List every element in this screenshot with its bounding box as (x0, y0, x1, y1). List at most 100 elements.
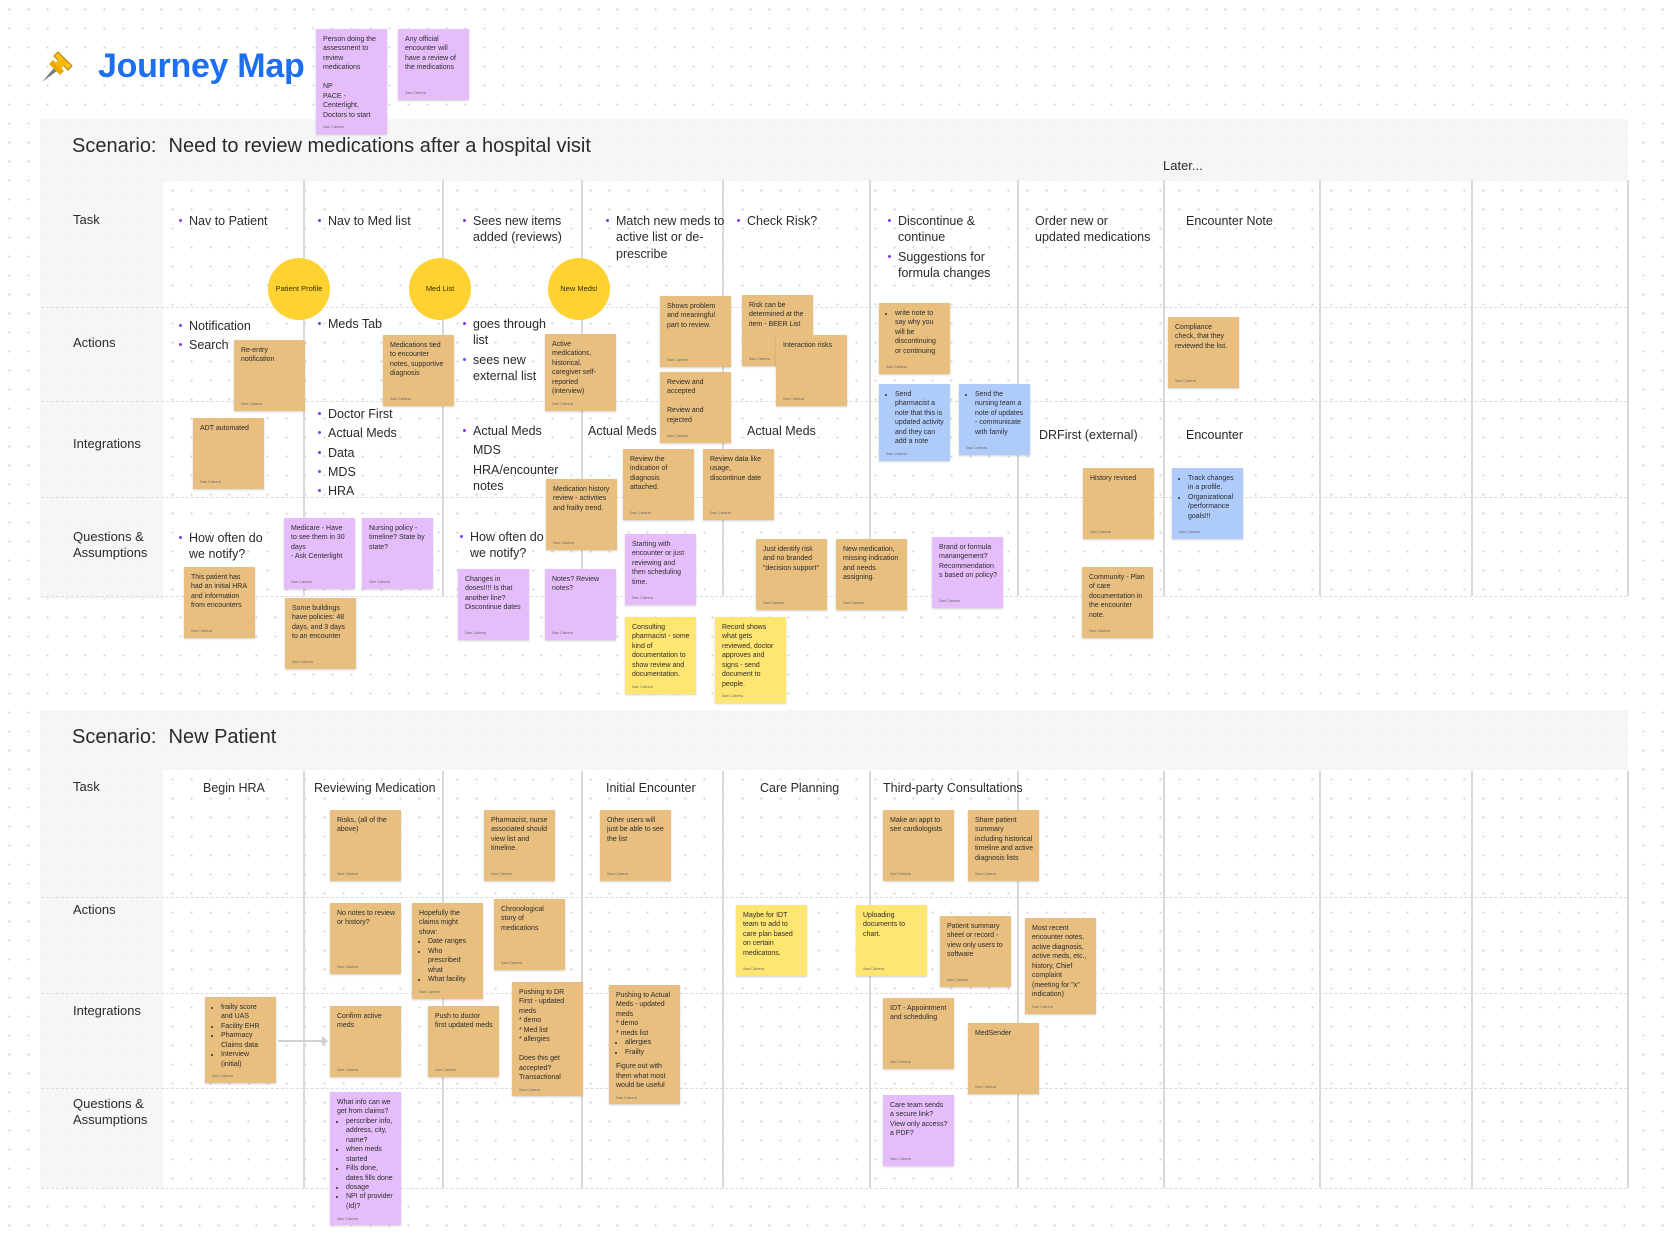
s1-sticky-note[interactable]: Send pharmacist a note that this is upda… (879, 384, 950, 461)
s2-sticky-note[interactable]: Maybe for IDT team to add to care plan b… (736, 905, 807, 976)
sticky-author: Sam Cabrera (763, 601, 784, 606)
s1-sticky-note[interactable]: Track changes in a profile.Organizationa… (1172, 468, 1243, 539)
text-line: MDS (473, 443, 501, 458)
s1-sticky-note[interactable]: Review the indication of diagnosis attac… (623, 449, 694, 520)
s2-sticky-note[interactable]: Risks, (all of the above) Sam Cabrera (330, 810, 401, 881)
s1-sticky-note[interactable]: Re-entry notification Sam Cabrera (234, 340, 305, 411)
touchpoint-circle[interactable]: New Meds! (548, 258, 610, 320)
s1-sticky-note[interactable]: Review and accepted Review and rejected S… (660, 372, 731, 443)
s1-sticky-note[interactable]: New medication, missing indication and n… (836, 539, 907, 610)
sticky-author: Sam Cabrera (722, 694, 743, 699)
s2-sticky-note[interactable]: Other users will just be able to see the… (600, 810, 671, 881)
s1-sticky-note[interactable]: Notes? Review notes? Sam Cabrera (545, 569, 616, 640)
sticky-author: Sam Cabrera (291, 580, 312, 585)
s1-sticky-note[interactable]: History revised Sam Cabrera (1083, 468, 1154, 539)
s1-sticky-note[interactable]: This patient has had an initial HRA and … (184, 567, 255, 638)
sticky-text: Nursing policy - timeline? State by stat… (369, 525, 425, 551)
sticky-list: frailty score and UASFacility EHRPharmac… (212, 1003, 270, 1069)
s2-sticky-note[interactable]: Pushing to DR First - updated meds * dem… (512, 982, 583, 1097)
s1-sticky-note[interactable]: Interaction risks Sam Cabrera (776, 335, 847, 406)
s2-sticky-note[interactable]: No notes to review or history? Sam Cabrer… (330, 903, 401, 974)
sticky-text: Shows problem and meaningful part to rev… (667, 303, 716, 329)
s1-sticky-note[interactable]: Compliance check, that they reviewed the… (1168, 317, 1239, 388)
s2-sticky-note[interactable]: Confirm active meds Sam Cabrera (330, 1006, 401, 1077)
s2-sticky-note[interactable]: MedSender Sam Cabrera (968, 1023, 1039, 1094)
s2-sticky-note[interactable]: Care team sends a secure link? View only… (883, 1095, 954, 1166)
s1-sticky-note[interactable]: Medication history review - activities a… (546, 479, 617, 550)
s1-sticky-note[interactable]: Medications tied to encounter notes, sup… (383, 335, 454, 406)
touchpoint-circle[interactable]: Patient Profile (268, 258, 330, 320)
s1-sticky-note[interactable]: Starting with encounter or just reviewin… (625, 534, 696, 605)
sticky-text: Care team sends a secure link? View only… (890, 1102, 948, 1138)
s1-sticky-note[interactable]: Brand or formula manangement? Recommenda… (932, 537, 1003, 608)
s2-sticky-note[interactable]: Chronological story of medications Sam Ca… (494, 899, 565, 970)
sticky-text: Review data like usage, discontinue date (710, 456, 761, 482)
row-label-actions: Actions (73, 335, 116, 350)
s2-sticky-note[interactable]: Pushing to Actual Meds - updated meds * … (609, 985, 680, 1105)
s1-sticky-note[interactable]: Record shows what gets reviewed, doctor … (715, 617, 786, 704)
s2-sticky-note[interactable]: Uploading documents to chart. Sam Cabrera (856, 905, 927, 976)
column-divider (1163, 771, 1165, 1188)
s2-sticky-note[interactable]: Push to doctor first updated meds Sam Cab… (428, 1006, 499, 1077)
s1-sticky-note[interactable]: Community - Plan of care documentation i… (1082, 567, 1153, 638)
s1-sticky-note[interactable]: Just identify risk and no branded "decis… (756, 539, 827, 610)
s2-sticky-note[interactable]: IDT - Appointment and scheduling Sam Cabr… (883, 998, 954, 1069)
column-divider (1471, 771, 1473, 1188)
bullet-item: Data (318, 445, 425, 461)
sticky-author: Sam Cabrera (1089, 629, 1110, 634)
bullet-list: How often do we notify? (179, 530, 275, 563)
sticky-text: Share patient summary including historic… (975, 817, 1033, 862)
sticky-author: Sam Cabrera (337, 965, 358, 970)
sticky-author: Sam Cabrera (200, 480, 221, 485)
s2-sticky-note[interactable]: Make an appt to see cardiologists Sam Cab… (883, 810, 954, 881)
sticky-list-item: Frailty (625, 1048, 674, 1057)
s1-sticky-note[interactable]: Send the nursing team a note of updates … (959, 384, 1030, 455)
sticky-author: Sam Cabrera (890, 1060, 911, 1065)
bullet-list: Doctor First Actual Meds Data MDS HRA (318, 406, 425, 499)
header-note-encounter[interactable]: Any official encounter will have a revie… (398, 29, 469, 100)
s1-sticky-note[interactable]: Shows problem and meaningful part to rev… (660, 296, 731, 367)
sticky-text: ADT automated (200, 425, 249, 432)
sticky-list: Send the nursing team a note of updates … (966, 390, 1024, 437)
s2-sticky-note[interactable]: Patient summary sheet or record - view o… (940, 916, 1011, 987)
sticky-text: Hopefully the claims might show: (419, 910, 460, 936)
sticky-text: This patient has had an initial HRA and … (191, 574, 247, 610)
s2-sticky-note[interactable]: Most recent encounter notes, active diag… (1025, 918, 1096, 1014)
sticky-text: Risks, (all of the above) (337, 817, 387, 834)
sticky-author: Sam Cabrera (191, 629, 212, 634)
sticky-author: Sam Cabrera (667, 434, 688, 439)
s1-sticky-note[interactable]: Some buildings have policies: 48 days, a… (285, 598, 356, 669)
s2-sticky-note[interactable]: What info can we get from claims?perscri… (330, 1092, 401, 1226)
s1-sticky-note[interactable]: Medicare - Have to see them in 30 days -… (284, 518, 355, 589)
s1-sticky-note[interactable]: Active medications, historical, caregive… (545, 334, 616, 411)
s2-sticky-note[interactable]: Hopefully the claims might show:Date ran… (412, 903, 483, 999)
bullet-list: How often do we notify? (460, 529, 556, 562)
s1-sticky-note[interactable]: write note to say why you will be discon… (879, 303, 950, 374)
bullet-item: HRA (318, 483, 425, 499)
s1-sticky-note[interactable]: Consulting pharmacist - some kind of doc… (625, 617, 696, 694)
sticky-author: Sam Cabrera (632, 596, 653, 601)
s2-sticky-note[interactable]: Share patient summary including historic… (968, 810, 1039, 881)
s2-sticky-note[interactable]: frailty score and UASFacility EHRPharmac… (205, 997, 276, 1084)
s1-sticky-note[interactable]: Review data like usage, discontinue date… (703, 449, 774, 520)
text-line: Actual Meds (747, 424, 816, 438)
header-note-assessor[interactable]: Person doing the assessment to review me… (316, 29, 387, 134)
s2-sticky-note[interactable]: Pharmacist, nurse associated should view… (484, 810, 555, 881)
sticky-text: Review and accepted Review and rejected (667, 379, 704, 424)
column-divider (1163, 180, 1165, 596)
s1-sticky-note[interactable]: Changes in doses!!!! Is that another lin… (458, 569, 529, 640)
sticky-list-item: when meds started (346, 1145, 395, 1164)
scenario-label: Scenario: (72, 726, 157, 748)
task-1: Nav to Med list (318, 213, 438, 232)
sticky-text: History revised (1090, 475, 1137, 482)
s1-sticky-note[interactable]: Nursing policy - timeline? State by stat… (362, 518, 433, 589)
scenario-2-heading: Scenario: New Patient (72, 726, 288, 749)
sticky-text: Figure out with them what most would be … (616, 1063, 666, 1089)
s1-sticky-note[interactable]: ADT automated Sam Cabrera (193, 418, 264, 489)
sticky-text: MedSender (975, 1030, 1012, 1037)
sticky-text: Most recent encounter notes, active diag… (1032, 925, 1087, 999)
sticky-text: Chronological story of medications (501, 906, 544, 932)
sticky-text: Confirm active meds (337, 1013, 382, 1030)
sticky-author: Sam Cabrera (553, 541, 574, 546)
touchpoint-circle[interactable]: Med List (409, 258, 471, 320)
